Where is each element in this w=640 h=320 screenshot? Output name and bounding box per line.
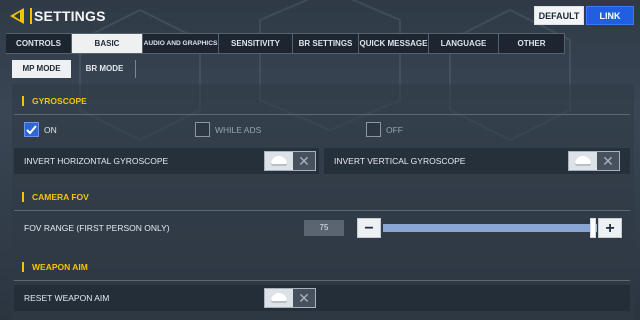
page-title: SETTINGS (34, 8, 106, 24)
tab-language[interactable]: LANGUAGE (429, 34, 499, 53)
fov-decrease-button[interactable]: − (357, 218, 381, 238)
close-icon: ✕ (293, 289, 315, 307)
subtab-br-mode[interactable]: BR MODE (75, 60, 134, 78)
weapon-aim-heading-label: WEAPON AIM (32, 262, 88, 272)
reset-weapon-aim-row: RESET WEAPON AIM ✕ (14, 285, 630, 311)
header-bar: SETTINGS DEFAULT LINK (0, 0, 640, 32)
section-marker (22, 96, 24, 106)
default-button[interactable]: DEFAULT (534, 6, 584, 25)
tab-quick-message[interactable]: QUICK MESSAGE (359, 34, 429, 53)
fov-slider-handle[interactable] (589, 218, 596, 238)
reset-weapon-aim-toggle[interactable]: ✕ (264, 288, 316, 308)
fov-slider-track[interactable] (383, 218, 597, 238)
camera-fov-heading: CAMERA FOV (14, 189, 630, 205)
invert-horizontal-row: INVERT HORIZONTAL GYROSCOPE ✕ (14, 148, 319, 174)
tab-audio-and-graphics[interactable]: AUDIO AND GRAPHICS (143, 34, 219, 53)
title-divider (30, 8, 32, 24)
invert-horizontal-label: INVERT HORIZONTAL GYROSCOPE (24, 156, 169, 166)
tab-br-settings[interactable]: BR SETTINGS (293, 34, 359, 53)
section-marker (22, 262, 24, 272)
tab-basic[interactable]: BASIC (72, 34, 143, 53)
tab-sensitivity[interactable]: SENSITIVITY (219, 34, 293, 53)
camera-fov-heading-label: CAMERA FOV (32, 192, 89, 202)
divider (14, 114, 630, 115)
gyroscope-heading-label: GYROSCOPE (32, 96, 87, 106)
gyro-on-label: ON (44, 125, 57, 135)
reset-weapon-aim-label: RESET WEAPON AIM (24, 293, 110, 303)
close-icon: ✕ (597, 152, 619, 170)
fov-increase-button[interactable]: + (598, 218, 622, 238)
toggle-knob (265, 289, 293, 307)
gyro-while-ads-label: WHILE ADS (215, 125, 262, 135)
checkbox-unchecked[interactable] (366, 122, 381, 137)
invert-vertical-row: INVERT VERTICAL GYROSCOPE ✕ (324, 148, 630, 174)
checkbox-checked[interactable] (24, 122, 39, 137)
back-arrow-icon[interactable] (6, 6, 26, 26)
checkmark-icon (26, 125, 37, 135)
divider (14, 210, 630, 211)
divider (14, 280, 630, 281)
invert-horizontal-toggle[interactable]: ✕ (264, 151, 316, 171)
checkbox-unchecked[interactable] (195, 122, 210, 137)
toggle-knob (569, 152, 597, 170)
weapon-aim-heading: WEAPON AIM (14, 259, 630, 275)
mode-subtabs: MP MODE BR MODE (12, 60, 136, 78)
link-button[interactable]: LINK (586, 6, 634, 25)
invert-vertical-label: INVERT VERTICAL GYROSCOPE (334, 156, 466, 166)
tab-controls[interactable]: CONTROLS (6, 34, 72, 53)
close-icon: ✕ (293, 152, 315, 170)
subtab-mp-mode[interactable]: MP MODE (12, 60, 71, 78)
fov-range-label: FOV RANGE (FIRST PERSON ONLY) (24, 223, 170, 233)
tab-other[interactable]: OTHER (499, 34, 565, 53)
gyro-off-label: OFF (386, 125, 403, 135)
toggle-knob (265, 152, 293, 170)
section-marker (22, 192, 24, 202)
fov-value-display: 75 (304, 220, 344, 236)
settings-tabs: CONTROLS BASIC AUDIO AND GRAPHICS SENSIT… (6, 33, 565, 54)
fov-slider-fill (383, 224, 593, 232)
invert-vertical-toggle[interactable]: ✕ (568, 151, 620, 171)
gyroscope-heading: GYROSCOPE (14, 93, 630, 109)
